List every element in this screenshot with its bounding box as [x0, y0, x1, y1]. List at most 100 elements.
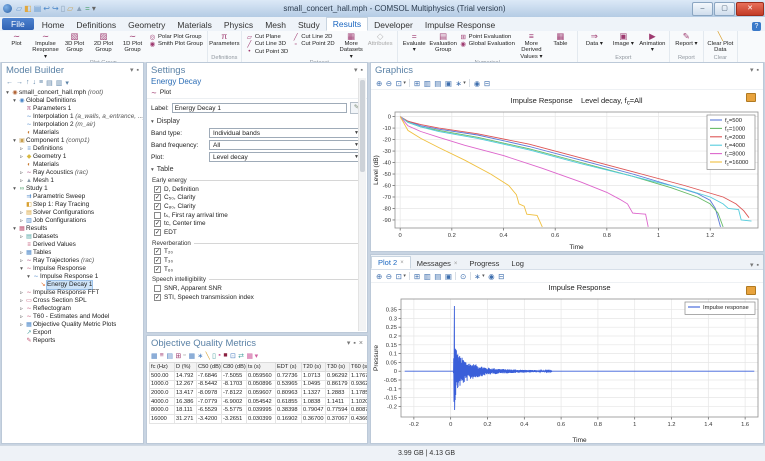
tree-item-reports[interactable]: ✎Reports: [2, 337, 143, 345]
checkbox-snr-apparent-snr[interactable]: [154, 285, 161, 292]
panel-menu-chevron-icon[interactable]: ▾: [354, 66, 358, 74]
more-datasets-button[interactable]: ▦More Datasets ▾: [337, 32, 366, 60]
tree-item-component-1-comp1[interactable]: ▾▣Component 1 (comp1): [2, 137, 143, 145]
save-icon[interactable]: ▤: [34, 4, 42, 13]
attributes-button[interactable]: ◇Attributes: [366, 32, 395, 47]
tree-collapsed-icon[interactable]: ▹: [18, 145, 25, 153]
tree-expanded-icon[interactable]: ▾: [11, 137, 18, 145]
tab-definitions[interactable]: Definitions: [70, 19, 122, 31]
print-icon[interactable]: ⊟: [484, 79, 490, 88]
tree-item-step-1-ray-tracing[interactable]: ◧Step 1: Ray Tracing: [2, 201, 143, 209]
plot-button[interactable]: Plot: [160, 89, 171, 96]
tree-collapsed-icon[interactable]: ▹: [18, 153, 25, 161]
tree-expanded-icon[interactable]: ▾: [25, 273, 32, 281]
1d-plot-group-button[interactable]: ∼1D Plot Group: [118, 32, 147, 54]
single-window-icon[interactable]: ▣: [445, 272, 452, 281]
image-snapshot-icon[interactable]: ◉: [474, 79, 481, 88]
image-button[interactable]: ▣Image ▾: [609, 32, 638, 47]
tree-item-energy-decay-1[interactable]: ↘Energy Decay 1: [2, 281, 143, 289]
tab-mesh[interactable]: Mesh: [259, 19, 292, 31]
full-precision-icon[interactable]: ▦: [151, 352, 157, 360]
model-wizard-icon[interactable]: ▱: [16, 4, 22, 13]
plot-settings-icon[interactable]: ∗: [474, 272, 480, 281]
table-row[interactable]: 1600031.271-3.4200-3.26510.0303990.16902…: [150, 414, 368, 423]
tree-collapsed-icon[interactable]: ▹: [18, 209, 25, 217]
report-button[interactable]: ✎Report ▾: [672, 32, 701, 47]
redo-icon[interactable]: ↪: [52, 4, 59, 13]
single-window-icon[interactable]: ▣: [445, 79, 452, 88]
move-down-icon[interactable]: ↓: [33, 79, 37, 86]
table-window-icon[interactable]: ▤: [166, 352, 172, 360]
image-snapshot-icon[interactable]: ◉: [488, 272, 495, 281]
checkbox-t[interactable]: ✓: [154, 248, 161, 255]
tree-item-t60-estimates-and-model[interactable]: ▹∼T60 - Estimates and Model: [2, 313, 143, 321]
combo-band-type[interactable]: Individual bands▼: [209, 128, 363, 138]
label-input[interactable]: [172, 103, 347, 113]
print-icon[interactable]: ⊟: [498, 272, 504, 281]
compute-icon[interactable]: =: [85, 4, 90, 13]
tree-item-job-configurations[interactable]: ▹▥Job Configurations: [2, 217, 143, 225]
checkbox-c-clarity[interactable]: ✓: [154, 194, 161, 201]
tree-item-results[interactable]: ▾▦Results: [2, 225, 143, 233]
node-grouping-icon[interactable]: ▥: [56, 79, 63, 87]
tree-expanded-icon[interactable]: ▾: [11, 97, 18, 105]
tree-collapsed-icon[interactable]: ▹: [18, 249, 25, 257]
impulse-response-button[interactable]: ∼Impulse Response ▾: [31, 32, 60, 60]
tree-item-materials[interactable]: ◐Materials: [2, 129, 143, 137]
panel-menu-chevron-icon[interactable]: ▾: [347, 339, 351, 347]
tree-item-geometry-1[interactable]: ▹◆Geometry 1: [2, 153, 143, 161]
histogram-icon[interactable]: ▦ ▾: [246, 352, 258, 360]
tab-study[interactable]: Study: [292, 19, 326, 31]
zoom-extents-icon[interactable]: ⊡: [396, 79, 402, 88]
zoom-in-icon[interactable]: ⊕: [376, 272, 382, 281]
tree-item-interpolation-1-a-walls-a-entrance[interactable]: ∼Interpolation 1 (a_walls, a_entrance, .…: [2, 113, 143, 121]
display-table-icon[interactable]: ▦: [188, 352, 194, 360]
tree-expanded-icon[interactable]: ▾: [4, 89, 11, 97]
pin-icon[interactable]: ▪: [353, 340, 355, 347]
close-icon[interactable]: ×: [359, 340, 363, 347]
tree-item-small-concert-hall-mph-root[interactable]: ▾◉small_concert_hall.mph (root): [2, 89, 143, 97]
table-row[interactable]: 500.0014.792-7.6846-7.50550.0595600.7273…: [150, 372, 368, 381]
panel-menu-chevron-icon[interactable]: ▾: [750, 261, 754, 269]
table-button[interactable]: ▦Table: [546, 32, 575, 47]
combo-band-frequency[interactable]: All▼: [209, 140, 363, 150]
plot-button[interactable]: ∼Plot: [2, 32, 31, 47]
2d-plot-group-button[interactable]: ▨2D Plot Group: [89, 32, 118, 54]
parameters-button[interactable]: πParameters: [210, 32, 239, 47]
split-horizontal-icon[interactable]: ▤: [434, 272, 441, 281]
show-grid-icon[interactable]: ⊞: [414, 272, 420, 281]
maximize-button[interactable]: ▢: [714, 2, 735, 16]
tab-geometry[interactable]: Geometry: [122, 19, 171, 31]
tree-expanded-icon[interactable]: ▾: [11, 185, 18, 193]
tab-physics[interactable]: Physics: [218, 19, 259, 31]
split-vertical-icon[interactable]: ▥: [424, 272, 431, 281]
clear-plot-data-button[interactable]: ╲Clear Plot Data: [706, 32, 735, 54]
tree-item-solver-configurations[interactable]: ▹▤Solver Configurations: [2, 209, 143, 217]
back-icon[interactable]: ←: [6, 79, 13, 86]
quick-access-chevron-icon[interactable]: ▾: [92, 4, 96, 13]
clear-table-icon[interactable]: ╲: [206, 352, 210, 360]
move-table-icon[interactable]: ⇄: [238, 352, 244, 360]
zoom-extents-icon[interactable]: ⊡: [396, 272, 402, 281]
checkbox-sti-speech-transmission-index[interactable]: ✓: [154, 294, 161, 301]
table-section-header[interactable]: ▾ Table: [147, 164, 367, 174]
table-row[interactable]: 2000.013.417-8.0978-7.81220.0596070.8096…: [150, 389, 368, 398]
tree-collapsed-icon[interactable]: ▹: [18, 169, 25, 177]
level-decay-chart[interactable]: 00.20.40.60.811.20-10-20-30-40-50-60-70-…: [371, 90, 763, 257]
global-evaluation-button[interactable]: ◉Global Evaluation: [458, 41, 517, 49]
tab-progress[interactable]: Progress: [463, 258, 505, 269]
tree-item-impulse-response-1[interactable]: ▾∼Impulse Response 1: [2, 273, 143, 281]
cell-format-icon[interactable]: ≡: [160, 352, 164, 359]
forward-icon[interactable]: →: [16, 79, 23, 86]
zoom-out-icon[interactable]: ⊖: [386, 272, 392, 281]
checkbox-edt[interactable]: ✓: [154, 229, 161, 236]
zoom-in-icon[interactable]: ⊕: [376, 79, 382, 88]
animation-button[interactable]: ▶Animation ▾: [638, 32, 667, 54]
table-row[interactable]: 4000.016.386-7.0779-6.90020.0545420.6185…: [150, 397, 368, 406]
tree-item-ray-trajectories-rac[interactable]: ▹∼Ray Trajectories (rac): [2, 257, 143, 265]
tree-collapsed-icon[interactable]: ▹: [18, 257, 25, 265]
model-tree-display-icon[interactable]: ▤: [46, 79, 53, 87]
cut-point-2d-button[interactable]: ▫Cut Point 2D: [290, 41, 336, 49]
tab-materials[interactable]: Materials: [171, 19, 217, 31]
tab-home[interactable]: Home: [36, 19, 71, 31]
